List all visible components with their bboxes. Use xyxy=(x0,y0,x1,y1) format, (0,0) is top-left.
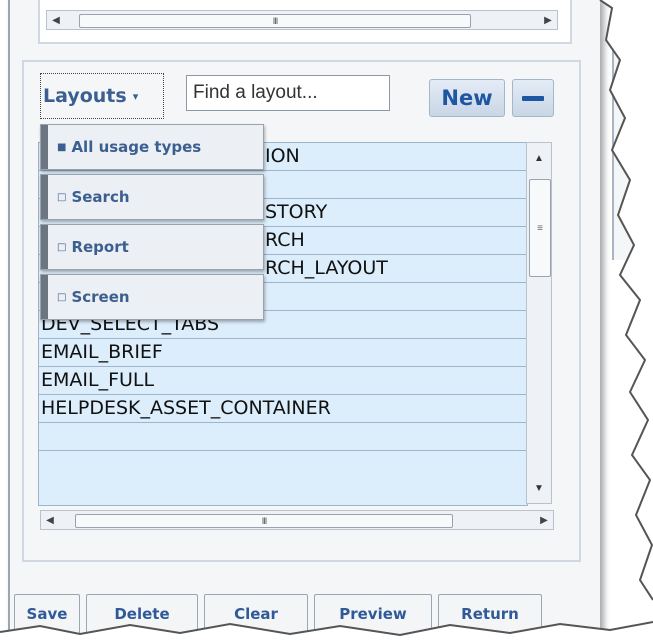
unchecked-square-icon: □ xyxy=(57,241,67,253)
list-item[interactable]: HELPDESK_ASSET_CONTAINER xyxy=(39,395,527,423)
remove-layout-button[interactable] xyxy=(512,79,554,117)
list-vertical-scrollbar[interactable]: ▲ ≡ ▼ xyxy=(526,142,552,504)
usage-type-report[interactable]: □ Report xyxy=(40,224,264,270)
save-button[interactable]: Save xyxy=(14,594,80,638)
usage-type-label: Report xyxy=(71,238,129,256)
usage-type-screen[interactable]: □ Screen xyxy=(40,274,264,320)
adjacent-panel-fragment xyxy=(612,18,653,260)
list-item[interactable]: EMAIL_FULL xyxy=(39,367,527,395)
new-layout-button[interactable]: New xyxy=(429,79,505,117)
scroll-thumb[interactable]: III xyxy=(75,514,453,528)
scroll-left-icon[interactable]: ◀ xyxy=(47,11,65,29)
usage-type-search[interactable]: □ Search xyxy=(40,174,264,220)
scroll-track[interactable]: III xyxy=(65,13,539,28)
scroll-right-icon[interactable]: ▶ xyxy=(539,11,557,29)
scroll-down-icon[interactable]: ▼ xyxy=(527,477,551,499)
scroll-track[interactable]: III xyxy=(59,513,535,528)
scroll-left-icon[interactable]: ◀ xyxy=(41,511,59,529)
usage-type-label: Screen xyxy=(71,288,130,306)
scroll-right-icon[interactable]: ▶ xyxy=(535,511,553,529)
list-item[interactable]: EMAIL_BRIEF xyxy=(39,339,527,367)
list-item[interactable] xyxy=(39,423,527,451)
scroll-thumb[interactable]: III xyxy=(79,14,471,28)
usage-type-dropdown: ■ All usage types □ Search □ Report □ Sc… xyxy=(40,124,264,324)
minus-icon xyxy=(522,95,544,101)
top-horizontal-scrollbar[interactable]: ◀ III ▶ xyxy=(46,10,558,30)
list-horizontal-scrollbar[interactable]: ◀ III ▶ xyxy=(40,510,554,530)
vertical-scroll-thumb[interactable]: ≡ xyxy=(529,179,551,277)
layout-search-input[interactable] xyxy=(186,75,390,111)
preview-button[interactable]: Preview xyxy=(314,594,432,638)
delete-button[interactable]: Delete xyxy=(86,594,198,638)
return-button[interactable]: Return xyxy=(438,594,542,638)
checked-square-icon: ■ xyxy=(57,141,67,153)
usage-type-all[interactable]: ■ All usage types xyxy=(40,124,264,170)
unchecked-square-icon: □ xyxy=(57,191,67,203)
caret-down-icon: ▾ xyxy=(132,89,139,103)
bottom-toolbar: Save Delete Clear Preview Return xyxy=(8,594,608,640)
usage-type-label: All usage types xyxy=(71,138,202,156)
clear-button[interactable]: Clear xyxy=(204,594,308,638)
usage-type-label: Search xyxy=(71,188,130,206)
layouts-menu-label: Layouts xyxy=(43,85,127,107)
layouts-menu-button[interactable]: Layouts ▾ xyxy=(40,73,164,119)
top-list-frame: ◀ III ▶ xyxy=(38,0,572,44)
unchecked-square-icon: □ xyxy=(57,291,67,303)
scroll-up-icon[interactable]: ▲ xyxy=(527,147,551,169)
